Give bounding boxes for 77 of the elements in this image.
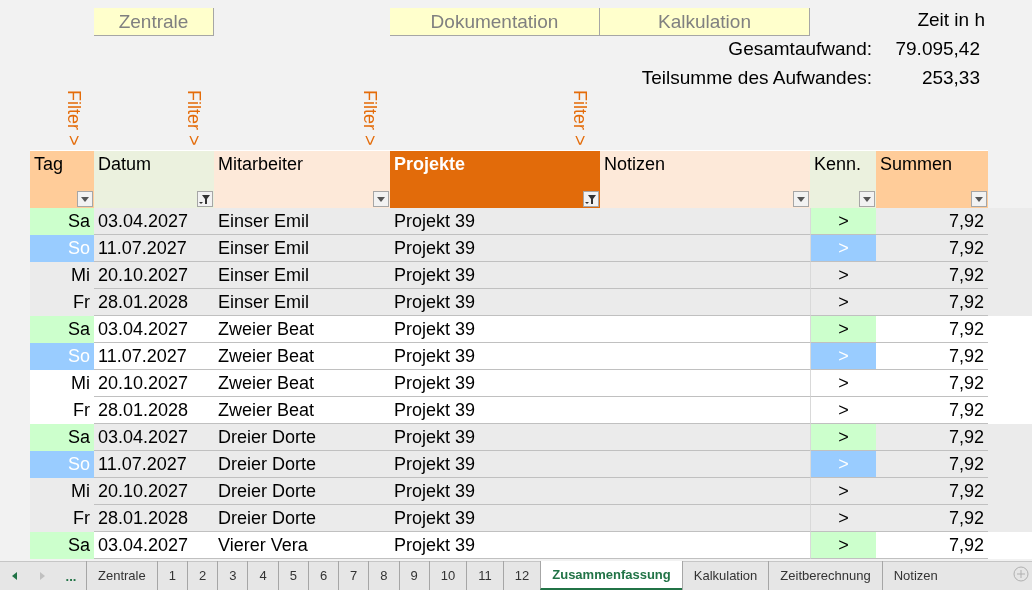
table-cell: Projekt 39 xyxy=(390,532,600,559)
header-label: Projekte xyxy=(394,154,466,174)
filter-dropdown[interactable] xyxy=(77,191,93,207)
filter-dropdown[interactable] xyxy=(971,191,987,207)
sheet-tab[interactable]: Zusammenfassung xyxy=(540,561,682,590)
header-label: Notizen xyxy=(604,154,666,174)
nav-button[interactable]: Zentrale xyxy=(94,8,214,36)
table-cell: Vierer Vera xyxy=(214,532,390,559)
summary-value: 253,33 xyxy=(920,66,980,90)
caret-icon xyxy=(863,196,871,202)
table-cell: Sa xyxy=(30,532,94,559)
table-cell: 7,92 xyxy=(876,532,988,559)
caret-icon xyxy=(975,196,983,202)
table-cell: 03.04.2027 xyxy=(94,532,214,559)
more-sheets[interactable]: ... xyxy=(56,562,86,590)
sheet-tab[interactable]: 10 xyxy=(428,561,467,590)
table-cell: > xyxy=(810,343,876,370)
caret-icon xyxy=(81,196,89,202)
table-cell-text: Fr xyxy=(72,399,91,422)
right-triangle-icon xyxy=(39,572,45,580)
table-cell: Sa xyxy=(30,316,94,343)
sheet-tab[interactable]: 11 xyxy=(466,561,503,590)
filter-hint: Filter > xyxy=(570,90,590,146)
sheet-tab[interactable]: Zeitberechnung xyxy=(768,561,882,590)
unit-label: Zeit in h xyxy=(917,8,985,32)
sheet-tab[interactable]: 2 xyxy=(186,561,218,590)
header-label: Tag xyxy=(34,154,64,174)
sheet-tab[interactable]: 3 xyxy=(217,561,248,590)
sheet-tab[interactable]: 7 xyxy=(338,561,369,590)
table-cell: > xyxy=(810,532,876,559)
left-triangle-icon xyxy=(11,572,17,580)
table-cell-text: Mi xyxy=(70,264,91,287)
table-cell: > xyxy=(810,316,876,343)
sheet-tab[interactable]: 5 xyxy=(277,561,308,590)
sheet-tab[interactable]: Notizen xyxy=(881,561,949,590)
filter-dropdown[interactable] xyxy=(793,191,809,207)
nav-button[interactable]: Kalkulation xyxy=(600,8,810,36)
filter-icon xyxy=(585,193,597,205)
header-label: Mitarbeiter xyxy=(218,154,304,174)
table-cell-text: Mi xyxy=(70,372,91,395)
filter-hint: Filter > xyxy=(360,90,380,146)
filter-dropdown[interactable] xyxy=(859,191,875,207)
filter-dropdown[interactable] xyxy=(373,191,389,207)
table-cell: Sa xyxy=(30,208,94,235)
sheet-tab[interactable]: 9 xyxy=(398,561,429,590)
nav-button[interactable]: Dokumentation xyxy=(390,8,600,36)
summary-label: Teilsumme des Aufwandes: xyxy=(641,66,872,90)
sheet-tab[interactable]: Kalkulation xyxy=(681,561,769,590)
summary-label: Gesamtaufwand: xyxy=(728,37,872,61)
table-cell-text: Fr xyxy=(72,291,91,314)
header-label: Datum xyxy=(98,154,151,174)
sheet-tab[interactable]: Zentrale xyxy=(86,561,157,590)
table-cell: So xyxy=(30,235,94,262)
filter-dropdown[interactable] xyxy=(197,191,213,207)
caret-icon xyxy=(797,196,805,202)
table-cell: > xyxy=(810,424,876,451)
summary-value: 79.095,42 xyxy=(894,37,980,61)
table-cell: So xyxy=(30,451,94,478)
sheet-tab[interactable]: 8 xyxy=(368,561,399,590)
table-cell: > xyxy=(810,208,876,235)
table-cell: > xyxy=(810,235,876,262)
sheet-tab[interactable]: 4 xyxy=(247,561,278,590)
sheet-tab[interactable]: 6 xyxy=(307,561,339,590)
filter-icon xyxy=(199,193,211,205)
table-cell: > xyxy=(810,451,876,478)
filter-dropdown[interactable] xyxy=(583,191,599,207)
filter-hint: Filter > xyxy=(64,90,84,146)
sheet-tab[interactable]: 1 xyxy=(156,561,187,590)
header-label: Summen xyxy=(880,154,953,174)
caret-icon xyxy=(377,196,385,202)
table-cell-text: Fr xyxy=(72,507,91,530)
filter-hint: Filter > xyxy=(184,90,204,146)
plus-circle-icon xyxy=(1013,566,1029,582)
table-cell-text: Mi xyxy=(70,480,91,503)
table-cell: So xyxy=(30,343,94,370)
table-cell: Sa xyxy=(30,424,94,451)
header-label: Kenn. xyxy=(814,154,862,174)
